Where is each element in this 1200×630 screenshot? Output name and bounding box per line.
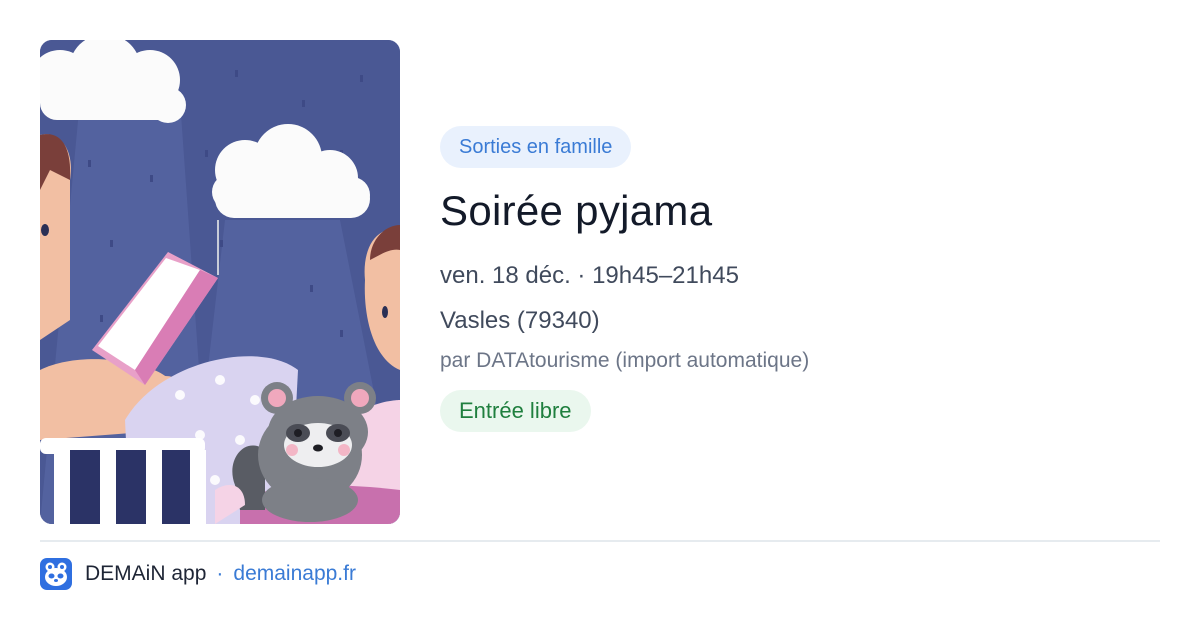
footer: DEMAiN app · demainapp.fr: [40, 558, 356, 590]
event-illustration: [40, 40, 400, 524]
event-title: Soirée pyjama: [440, 187, 713, 234]
event-source: par DATAtourisme (import automatique): [440, 349, 810, 372]
divider: [40, 540, 1160, 542]
website-link[interactable]: demainapp.fr: [233, 562, 356, 586]
event-datetime: ven. 18 déc. · 19h45–21h45: [440, 262, 739, 289]
event-location: Vasles (79340): [440, 307, 600, 334]
demain-app-icon: [40, 558, 72, 590]
event-info: Sorties en famille Soirée pyjama ven. 18…: [440, 126, 1160, 432]
category-badge[interactable]: Sorties en famille: [440, 126, 632, 168]
app-name: DEMAiN app: [85, 562, 207, 585]
price-badge: Entrée libre: [440, 390, 591, 432]
footer-separator: ·: [216, 562, 224, 585]
